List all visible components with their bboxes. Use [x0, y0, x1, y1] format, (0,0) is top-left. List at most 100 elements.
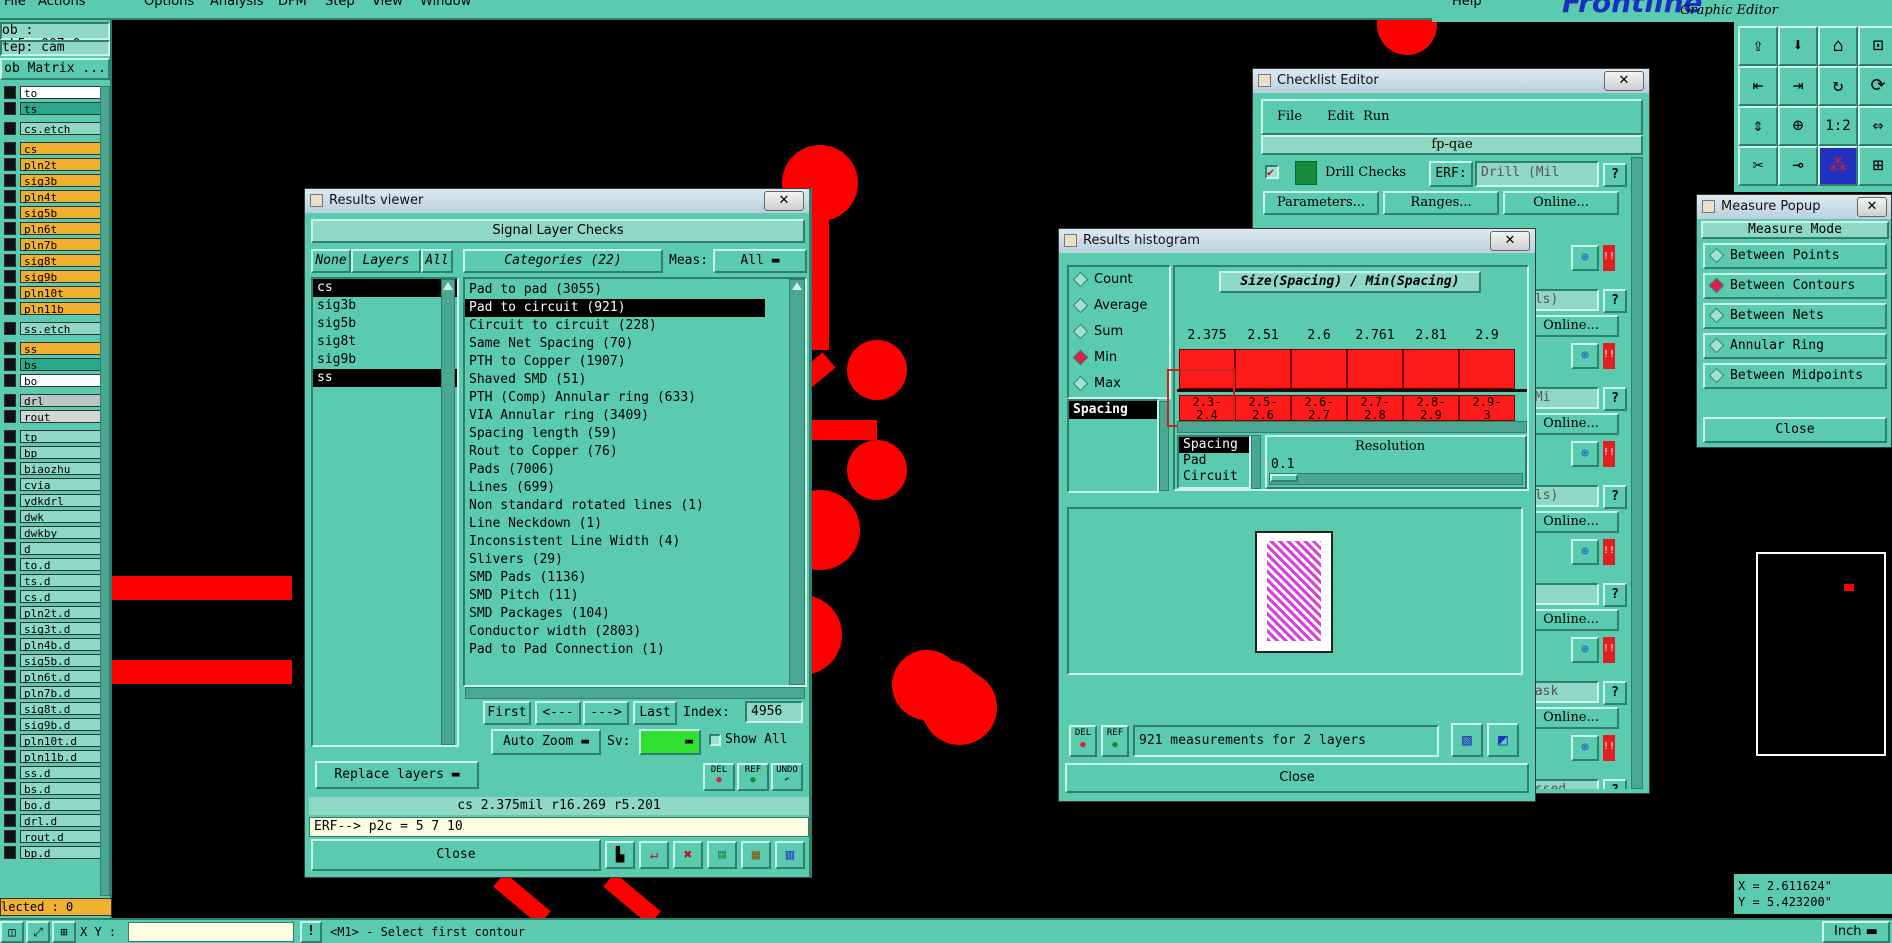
check-enable-checkbox[interactable]: ✔ [1265, 165, 1279, 179]
layer-item[interactable]: ss.d [20, 766, 102, 780]
help-button[interactable]: ? [1603, 163, 1627, 187]
first-button[interactable]: First [483, 701, 531, 725]
zoom-result-icon[interactable]: ⊕ [1571, 343, 1599, 369]
checklist-close-x[interactable]: ✕ [1604, 71, 1644, 91]
report-icon[interactable]: ▦ [741, 841, 771, 869]
help-button[interactable]: ? [1603, 485, 1627, 509]
layer-item[interactable]: cs.etch [20, 122, 102, 136]
layer-item[interactable]: sig3t.d [20, 622, 102, 636]
categories-list[interactable]: Pad to pad (3055) Pad to circuit (921) Cir… [463, 277, 807, 687]
layer-item[interactable]: rout [20, 410, 102, 424]
home-icon[interactable]: ⌂ [1818, 26, 1858, 66]
category-item[interactable]: SMD Pads (1136) [465, 569, 765, 587]
layer-affected-box[interactable] [4, 190, 16, 203]
help-button[interactable]: ? [1603, 387, 1627, 411]
menu-actions[interactable]: Actions [38, 0, 86, 9]
histogram-titlebar[interactable]: Results histogram [1059, 229, 1535, 253]
layer-affected-box[interactable] [4, 542, 16, 555]
hist-bar[interactable] [1291, 349, 1347, 389]
mode-radio-sum[interactable]: Sum [1069, 321, 1169, 343]
layer-affected-box[interactable] [4, 462, 16, 475]
layer-item[interactable]: sig8t.d [20, 702, 102, 716]
zoom-in-icon[interactable]: ⇪ [1738, 26, 1778, 66]
menu-dfm[interactable]: DFM [278, 0, 307, 9]
auto-zoom-select[interactable]: Auto Zoom ▬ [491, 729, 601, 755]
xy-input[interactable] [128, 922, 294, 942]
layer-item[interactable]: pln6t [20, 222, 102, 236]
layer-affected-box[interactable] [4, 670, 16, 683]
category-item[interactable]: VIA Annular ring (3409) [465, 407, 765, 425]
layer-item[interactable]: pln4b.d [20, 638, 102, 652]
layer-item[interactable]: biaozhu [20, 462, 102, 476]
replace-layers-select[interactable]: Replace layers ▬ [315, 761, 479, 789]
category-item[interactable]: Circuit to circuit (228) [465, 317, 765, 335]
category-item[interactable]: SMD Packages (104) [465, 605, 765, 623]
layer-affected-box[interactable] [4, 358, 16, 371]
layer-affected-box[interactable] [4, 446, 16, 459]
help-button[interactable]: ? [1603, 289, 1627, 313]
category-item[interactable]: Pads (7006) [465, 461, 765, 479]
online-button[interactable]: Online... [1523, 315, 1619, 337]
layer-affected-box[interactable] [4, 86, 16, 99]
none-button[interactable]: None [311, 249, 351, 273]
layer-affected-box[interactable] [4, 750, 16, 763]
measure-option-2[interactable]: Between Nets [1703, 303, 1887, 329]
layers-list-scrollbar[interactable] [441, 279, 455, 745]
stretch-icon[interactable]: ⇕ [1738, 106, 1778, 146]
prev-button[interactable]: <--- [535, 701, 581, 725]
zoom-result-icon[interactable]: ⊕ [1571, 735, 1599, 761]
layer-affected-box[interactable] [4, 686, 16, 699]
mode-radio-average[interactable]: Average [1069, 295, 1169, 317]
fit-icon[interactable]: ⊡ [1858, 26, 1892, 66]
measure-option-4[interactable]: Between Midpoints [1703, 363, 1887, 389]
layer-item[interactable]: cs.d [20, 590, 102, 604]
hist-axis-list[interactable]: Spacing Pad Circuit [1177, 435, 1251, 489]
layer-item[interactable]: drl [20, 394, 102, 408]
layer-item[interactable]: dwk [20, 510, 102, 524]
category-item[interactable]: PTH (Comp) Annular ring (633) [465, 389, 765, 407]
erase-icon[interactable]: ✖ [673, 841, 703, 869]
category-item[interactable]: Line Neckdown (1) [465, 515, 765, 533]
layer-item[interactable]: to [20, 86, 102, 100]
online-button[interactable]: Online... [1523, 413, 1619, 435]
sv-color-select[interactable]: ▬ [639, 729, 701, 755]
results-viewer-titlebar[interactable]: Results viewer [305, 189, 809, 213]
layer-affected-box[interactable] [4, 718, 16, 731]
layer-compare-icon[interactable]: ▤ [707, 841, 737, 869]
mode-radio-min[interactable]: Min [1069, 347, 1169, 369]
zoom-out-icon[interactable]: ⬇ [1778, 26, 1818, 66]
layer-affected-box[interactable] [4, 606, 16, 619]
hist-bar[interactable] [1403, 349, 1459, 389]
category-item[interactable]: Shaved SMD (51) [465, 371, 765, 389]
layer-affected-box[interactable] [4, 638, 16, 651]
status-tool-icon-1[interactable]: ◫ [0, 921, 24, 943]
category-item[interactable]: Conductor width (2803) [465, 623, 765, 641]
layer-item[interactable]: sig8t [20, 254, 102, 268]
layer-affected-box[interactable] [4, 734, 16, 747]
measure-close-x[interactable]: ✕ [1857, 197, 1887, 217]
online-button[interactable]: Online... [1523, 609, 1619, 631]
layer-affected-box[interactable] [4, 814, 16, 827]
menu-step[interactable]: Step [325, 0, 355, 9]
board-overview[interactable] [1756, 552, 1886, 756]
category-item[interactable]: SMD Pitch (11) [465, 587, 765, 605]
layer-scrollbar[interactable] [100, 86, 110, 896]
layer-affected-box[interactable] [4, 830, 16, 843]
layer-item[interactable]: pln4t [20, 190, 102, 204]
hist-close-button[interactable]: Close [1065, 763, 1529, 793]
next-button[interactable]: ---> [583, 701, 629, 725]
layer-affected-box[interactable] [4, 322, 16, 335]
menu-options[interactable]: Options [144, 0, 194, 9]
warning-icon[interactable]: ! [300, 921, 322, 943]
layer-list-item[interactable]: sig3b [313, 297, 457, 315]
layer-affected-box[interactable] [4, 158, 16, 171]
category-item[interactable]: Inconsistent Line Width (4) [465, 533, 765, 551]
layer-item[interactable]: pln10t.d [20, 734, 102, 748]
hist-zoom-icon[interactable]: ◩ [1487, 723, 1519, 757]
hist-bar[interactable] [1235, 349, 1291, 389]
layer-affected-box[interactable] [4, 254, 16, 267]
hist-bin-range[interactable]: 2.8- 2.9 [1403, 395, 1459, 422]
layer-affected-box[interactable] [4, 238, 16, 251]
layer-affected-box[interactable] [4, 574, 16, 587]
connect-icon[interactable]: ⊸ [1778, 146, 1818, 186]
